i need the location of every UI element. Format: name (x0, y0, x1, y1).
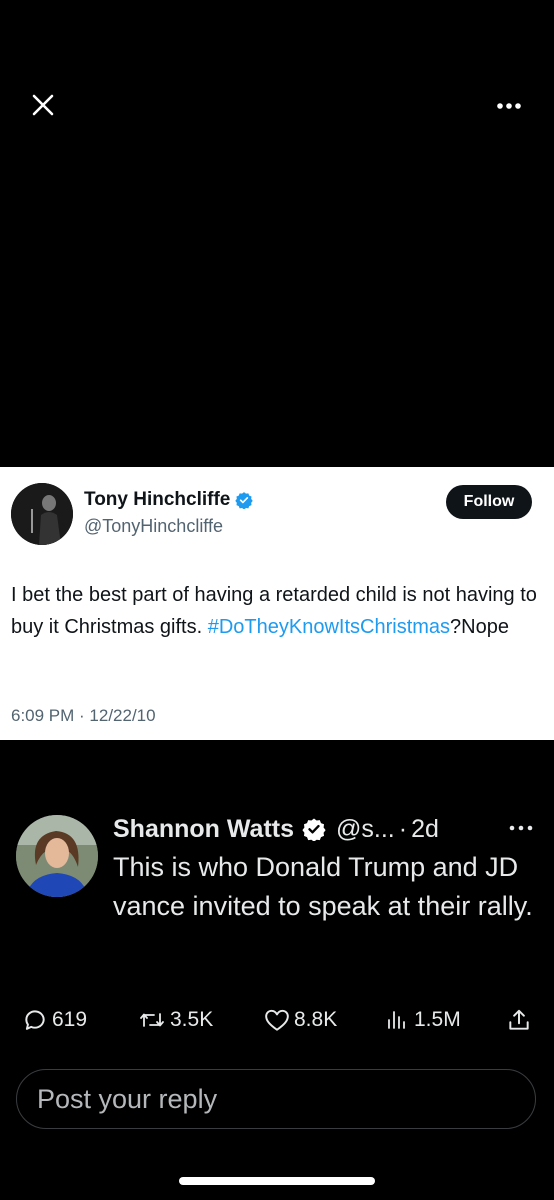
views-button[interactable]: 1.5M (384, 1004, 461, 1036)
embedded-author-handle: @TonyHinchcliffe (84, 516, 223, 536)
share-button[interactable] (506, 1004, 536, 1036)
close-button[interactable] (26, 88, 60, 122)
repost-count: 3.5K (170, 1008, 214, 1031)
embedded-author-name: Tony Hinchcliffe (84, 489, 231, 510)
verified-badge-icon (302, 818, 326, 841)
more-dots-icon (497, 103, 521, 109)
post-text: This is who Donald Trump and JD vance in… (113, 852, 533, 921)
follow-button[interactable]: Follow (446, 485, 532, 519)
home-indicator[interactable] (179, 1177, 375, 1185)
verified-badge-icon (235, 492, 254, 509)
hashtag-link[interactable]: #DoTheyKnowItsChristmas (208, 616, 450, 638)
post-author-line: Shannon Watts @s... · 2d (113, 812, 439, 846)
more-dots-icon (509, 825, 533, 831)
post-more-button[interactable] (506, 818, 536, 838)
embedded-tweet-image[interactable]: Tony Hinchcliffe @TonyHinchcliffe Follow… (0, 467, 554, 740)
post-meta-separator: · (398, 814, 408, 843)
action-bar: 619 3.5K 8.8K 1.5M (0, 1000, 554, 1040)
heart-icon (265, 1009, 289, 1031)
share-icon (509, 1009, 529, 1030)
views-count: 1.5M (414, 1008, 461, 1031)
reply-placeholder: Post your reply (37, 1083, 218, 1114)
post-age: 2d (411, 814, 439, 843)
reply-button[interactable]: 619 (22, 1004, 87, 1036)
post-author-handle[interactable]: @s... (336, 815, 395, 844)
post-detail-screen: Tony Hinchcliffe @TonyHinchcliffe Follow… (0, 0, 554, 1200)
close-icon (32, 94, 54, 116)
embedded-tweet-tail: ?Nope (450, 616, 509, 638)
reply-icon (25, 1010, 45, 1030)
repost-button[interactable]: 3.5K (138, 1004, 213, 1036)
reply-count: 619 (52, 1008, 88, 1031)
reply-input[interactable]: Post your reply (16, 1069, 536, 1129)
embedded-author-name-row: Tony Hinchcliffe (84, 489, 254, 511)
views-chart-icon (388, 1011, 405, 1029)
embedded-tweet-text: I bet the best part of having a retarded… (11, 579, 541, 643)
repost-icon (140, 1013, 164, 1027)
verified-badge (302, 817, 326, 841)
like-count: 8.8K (294, 1008, 338, 1031)
more-options-button[interactable] (492, 94, 526, 118)
post-author-name[interactable]: Shannon Watts (113, 815, 294, 844)
embedded-tweet-timestamp: 6:09 PM · 12/22/10 (11, 706, 156, 725)
embedded-author-avatar (11, 483, 73, 545)
avatar[interactable] (16, 815, 98, 897)
like-button[interactable]: 8.8K (264, 1004, 337, 1036)
